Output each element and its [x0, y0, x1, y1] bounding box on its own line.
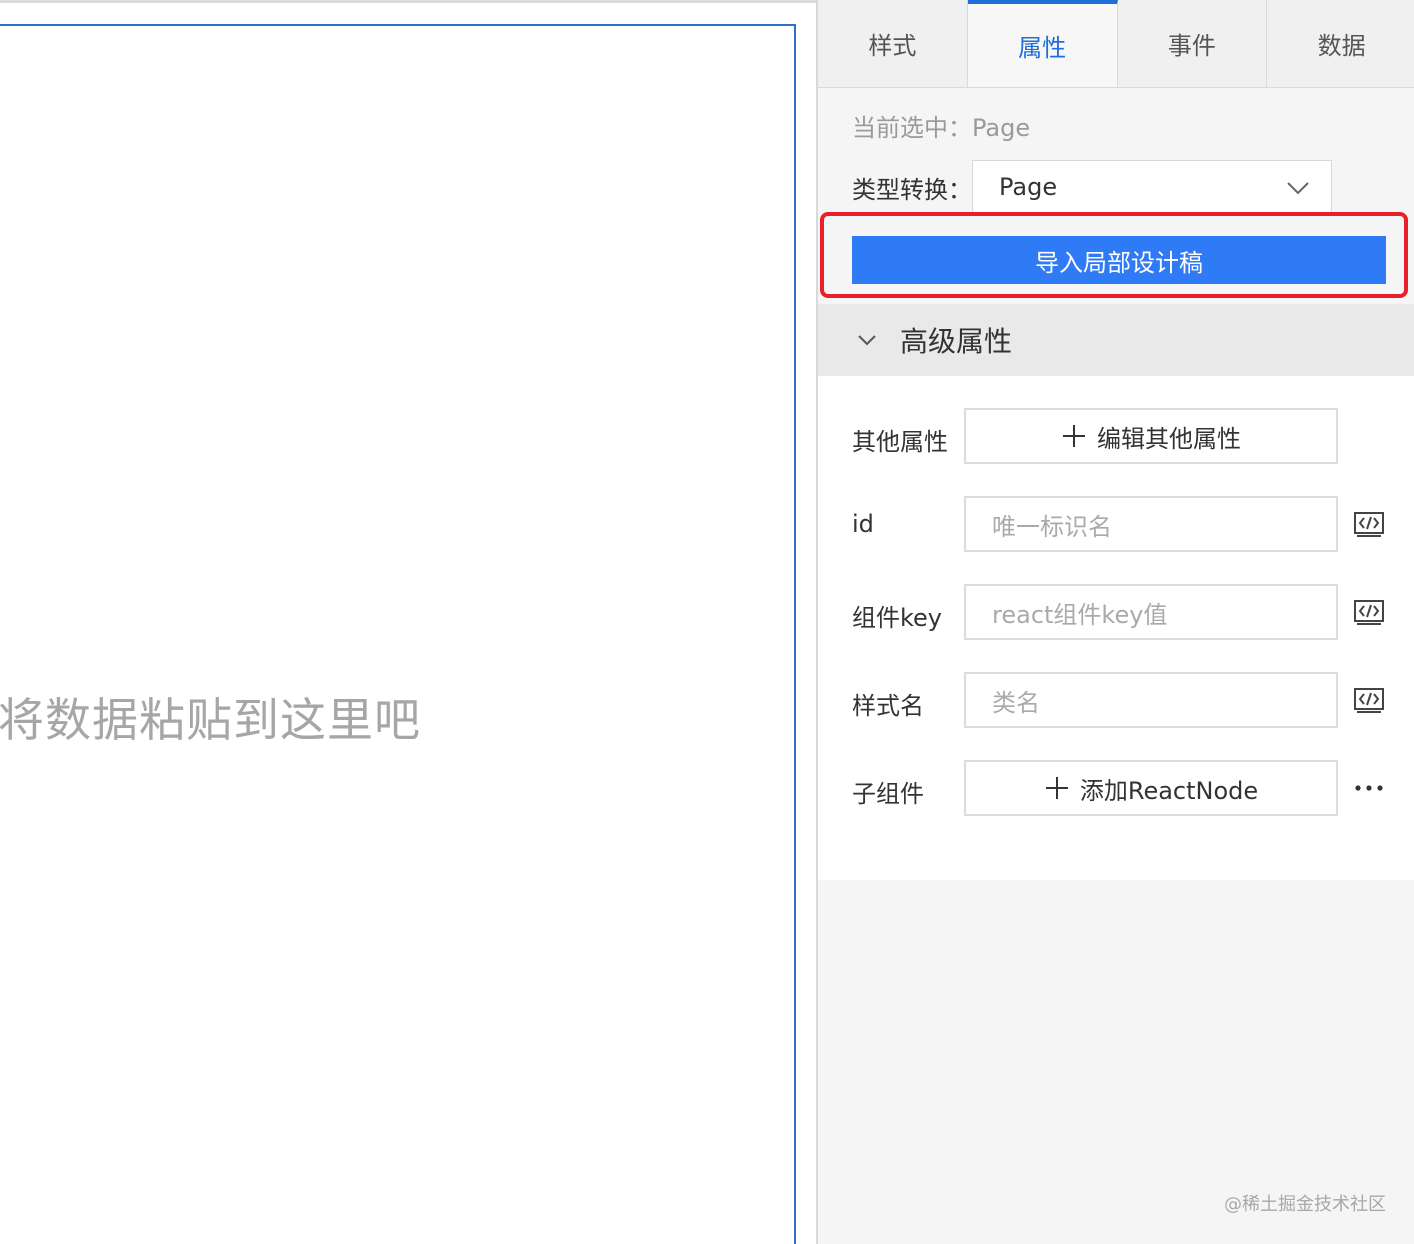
panel-tabs: 样式 属性 事件 数据	[818, 0, 1414, 88]
code-binding-icon[interactable]	[1354, 600, 1384, 626]
id-input-placeholder: 唯一标识名	[992, 512, 1112, 541]
type-convert-value: Page	[999, 173, 1058, 201]
current-selection-label: 当前选中：	[852, 114, 972, 142]
design-canvas[interactable]: 将数据粘贴到这里吧	[0, 24, 796, 1244]
class-name-label: 样式名	[852, 692, 924, 720]
type-convert-select[interactable]: Page	[972, 160, 1332, 214]
tab-events[interactable]: 事件	[1117, 0, 1268, 87]
edit-other-props-label: 编辑其他属性	[1097, 424, 1241, 453]
chevron-down-icon	[858, 335, 876, 346]
id-input[interactable]: 唯一标识名	[964, 496, 1338, 552]
id-label: id	[852, 510, 874, 538]
watermark: @稀土掘金技术社区	[1224, 1194, 1386, 1215]
tab-style[interactable]: 样式	[818, 0, 968, 87]
current-selection: 当前选中：Page	[852, 108, 1030, 143]
top-divider	[0, 0, 818, 3]
tab-properties[interactable]: 属性	[967, 0, 1118, 87]
add-react-node-button[interactable]: 添加ReactNode	[964, 760, 1338, 816]
edit-other-props-button[interactable]: 编辑其他属性	[964, 408, 1338, 464]
tab-data[interactable]: 数据	[1267, 0, 1414, 87]
code-binding-icon[interactable]	[1354, 512, 1384, 538]
plus-icon	[1063, 425, 1085, 447]
property-panel: 样式 属性 事件 数据 当前选中：Page 类型转换： Page 导入局部设计稿…	[816, 0, 1414, 1244]
class-name-placeholder: 类名	[992, 688, 1040, 717]
class-name-input[interactable]: 类名	[964, 672, 1338, 728]
component-key-label: 组件key	[852, 604, 943, 632]
more-icon[interactable]	[1354, 782, 1384, 794]
paste-hint: 将数据粘贴到这里吧	[0, 693, 421, 747]
import-partial-design-button[interactable]: 导入局部设计稿	[852, 236, 1386, 284]
component-key-input[interactable]: react组件key值	[964, 584, 1338, 640]
other-props-label: 其他属性	[852, 428, 948, 456]
chevron-down-icon	[1287, 182, 1309, 195]
children-label: 子组件	[852, 780, 924, 808]
add-react-node-label: 添加ReactNode	[1079, 776, 1259, 805]
type-convert-label: 类型转换：	[852, 176, 972, 204]
advanced-section-body: 其他属性 编辑其他属性 id 唯一标识名 组件key react组件key值 样…	[818, 376, 1414, 880]
plus-icon	[1045, 777, 1068, 799]
current-selection-value: Page	[972, 114, 1031, 142]
advanced-section-title: 高级属性	[900, 325, 1013, 358]
code-binding-icon[interactable]	[1354, 688, 1384, 714]
advanced-section-header[interactable]: 高级属性	[818, 304, 1414, 376]
component-key-placeholder: react组件key值	[992, 600, 1168, 629]
